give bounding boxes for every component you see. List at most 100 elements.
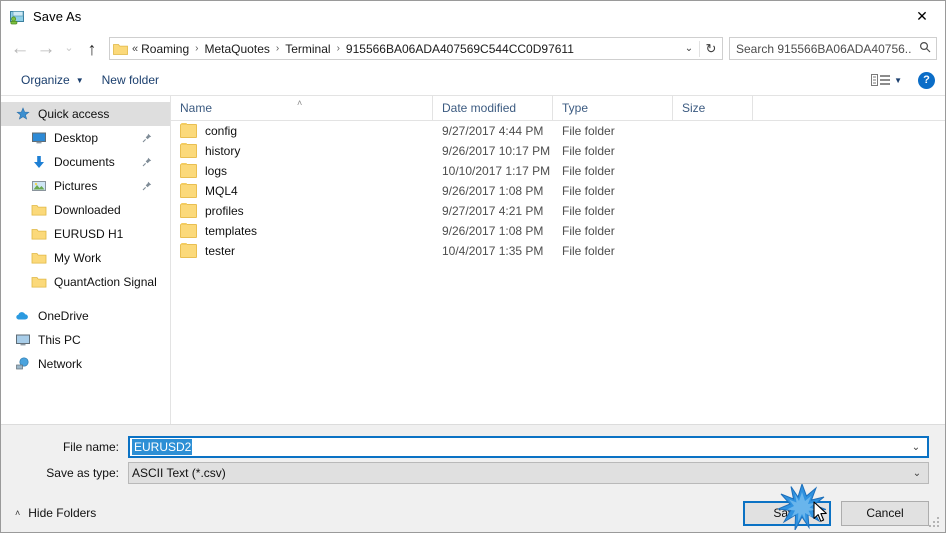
table-row[interactable]: profiles 9/27/2017 4:21 PM File folder	[171, 201, 945, 221]
view-options-icon[interactable]	[870, 72, 892, 88]
table-row[interactable]: config 9/27/2017 4:44 PM File folder	[171, 121, 945, 141]
column-header-type[interactable]: Type	[553, 96, 673, 120]
pictures-icon	[31, 178, 47, 194]
table-row[interactable]: MQL4 9/26/2017 1:08 PM File folder	[171, 181, 945, 201]
sidebar-item-desktop[interactable]: Desktop	[1, 126, 170, 150]
search-box[interactable]	[729, 37, 937, 60]
up-icon[interactable]: ↑	[79, 36, 105, 62]
column-header-name[interactable]: Name ˄	[171, 96, 433, 120]
date-modified-cell: 10/10/2017 1:17 PM	[442, 164, 551, 178]
file-name-cell: templates	[171, 223, 433, 238]
file-list-pane: Name ˄ Date modified Type Size config 9/…	[171, 96, 945, 424]
forward-icon[interactable]: →	[33, 36, 59, 62]
column-header-size[interactable]: Size	[673, 96, 753, 120]
back-icon[interactable]: ←	[7, 36, 33, 62]
file-name-label: File name:	[62, 440, 119, 454]
date-modified-cell: 9/26/2017 1:08 PM	[442, 184, 544, 198]
chevron-down-icon[interactable]: ⌄	[679, 43, 699, 54]
breadcrumb-item-roaming[interactable]: Roaming	[140, 42, 190, 56]
pin-icon[interactable]	[142, 133, 152, 143]
file-name-label: MQL4	[205, 184, 238, 198]
close-icon[interactable]: ✕	[899, 1, 945, 31]
date-modified-cell: 9/27/2017 4:44 PM	[442, 124, 544, 138]
pin-icon[interactable]	[142, 181, 152, 191]
folder-icon	[180, 163, 197, 178]
hide-folders-label: Hide Folders	[28, 506, 97, 520]
help-button[interactable]: ?	[918, 71, 935, 89]
file-name-label: logs	[205, 164, 228, 178]
column-header-date-modified[interactable]: Date modified	[433, 96, 553, 120]
column-header-label: Name	[180, 101, 213, 115]
file-name-cell: MQL4	[171, 183, 433, 198]
sidebar-item-onedrive[interactable]: OneDrive	[1, 304, 170, 328]
sidebar-item-eurusd-h1[interactable]: EURUSD H1	[1, 222, 170, 246]
file-name-label: tester	[205, 244, 236, 258]
save-as-type-label: Save as type:	[46, 466, 119, 480]
command-bar: Organize ▼ New folder ▼ ?	[1, 65, 945, 96]
breadcrumb[interactable]: « Roaming › MetaQuotes › Terminal › 9155…	[132, 42, 679, 56]
chevron-up-icon: ˄	[15, 508, 21, 518]
chevron-down-icon: ▼	[75, 75, 84, 85]
file-name-row: File name: EURUSD2 ⌄	[1, 436, 945, 458]
refresh-icon[interactable]: ↻	[699, 40, 722, 57]
breadcrumb-item-terminal-id[interactable]: 915566BA06ADA407569C544CC0D97611	[345, 42, 575, 56]
file-name-label: templates	[205, 224, 258, 238]
network-icon	[15, 356, 31, 372]
sidebar-item-network[interactable]: Network	[1, 352, 170, 376]
file-name-combobox[interactable]: EURUSD2 ⌄	[128, 436, 929, 458]
navigation-bar: ← → ⌄ ↑ « Roaming › MetaQuotes › Termina…	[1, 32, 945, 65]
save-as-type-combobox[interactable]: ASCII Text (*.csv) ⌄	[128, 462, 929, 484]
star-icon	[15, 106, 31, 122]
search-icon[interactable]	[914, 41, 936, 56]
sidebar-item-pictures[interactable]: Pictures	[1, 174, 170, 198]
sidebar-item-label: Downloaded	[54, 203, 121, 217]
navigation-pane: Quick access Desktop Documents Pictures …	[1, 96, 171, 424]
file-name-input[interactable]: EURUSD2	[132, 439, 193, 455]
sidebar-item-downloaded[interactable]: Downloaded	[1, 198, 170, 222]
sort-ascending-icon: ˄	[297, 98, 303, 108]
button-row: ˄ Hide Folders Save Cancel	[1, 488, 945, 532]
sidebar-item-documents[interactable]: Documents	[1, 150, 170, 174]
table-row[interactable]: logs 10/10/2017 1:17 PM File folder	[171, 161, 945, 181]
sidebar-item-label: This PC	[38, 333, 81, 347]
file-name-cell: config	[171, 123, 433, 138]
breadcrumb-separator: ›	[275, 43, 280, 54]
save-button[interactable]: Save	[743, 500, 831, 526]
save-as-type-row: Save as type: ASCII Text (*.csv) ⌄	[1, 462, 945, 484]
resize-grip[interactable]	[929, 517, 941, 529]
sidebar-item-quick-access[interactable]: Quick access	[1, 102, 170, 126]
breadcrumb-lead: «	[132, 42, 139, 55]
sidebar-item-label: EURUSD H1	[54, 227, 124, 241]
sidebar-item-my-work[interactable]: My Work	[1, 246, 170, 270]
chevron-down-icon[interactable]: ⌄	[906, 468, 928, 479]
sidebar-item-this-pc[interactable]: This PC	[1, 328, 170, 352]
pin-icon[interactable]	[142, 157, 152, 167]
desktop-icon	[31, 130, 47, 146]
type-cell: File folder	[562, 244, 615, 258]
address-bar[interactable]: « Roaming › MetaQuotes › Terminal › 9155…	[109, 37, 723, 60]
date-modified-cell: 9/27/2017 4:21 PM	[442, 204, 544, 218]
organize-button[interactable]: Organize ▼	[15, 70, 90, 90]
table-row[interactable]: tester 10/4/2017 1:35 PM File folder	[171, 241, 945, 261]
file-name-cell: profiles	[171, 203, 433, 218]
breadcrumb-item-terminal[interactable]: Terminal	[284, 42, 331, 56]
date-modified-cell: 9/26/2017 1:08 PM	[442, 224, 544, 238]
date-modified-cell: 10/4/2017 1:35 PM	[442, 244, 544, 258]
file-name-cell: tester	[171, 243, 433, 258]
chevron-down-icon[interactable]: ⌄	[905, 442, 927, 453]
view-options-chevron-icon[interactable]: ▼	[894, 76, 902, 85]
sidebar-item-quantaction-signal[interactable]: QuantAction Signal	[1, 270, 170, 294]
table-row[interactable]: history 9/26/2017 10:17 PM File folder	[171, 141, 945, 161]
hide-folders-button[interactable]: ˄ Hide Folders	[15, 506, 96, 520]
search-input[interactable]	[730, 40, 914, 57]
new-folder-button[interactable]: New folder	[96, 70, 165, 90]
cancel-button[interactable]: Cancel	[841, 500, 929, 526]
title-bar: Save As ✕	[1, 1, 945, 32]
file-name-label: config	[205, 124, 238, 138]
organize-label: Organize	[21, 73, 70, 87]
breadcrumb-item-metaquotes[interactable]: MetaQuotes	[204, 42, 271, 56]
folder-icon	[31, 274, 47, 290]
table-row[interactable]: templates 9/26/2017 1:08 PM File folder	[171, 221, 945, 241]
recent-locations-icon[interactable]: ⌄	[59, 36, 79, 62]
